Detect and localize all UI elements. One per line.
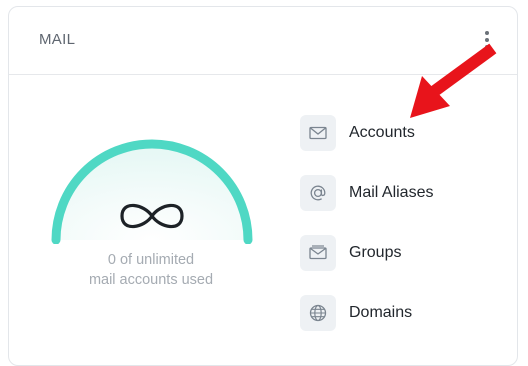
menu-item-label: Mail Aliases (349, 184, 434, 201)
gauge-fill (56, 144, 248, 240)
usage-count-text: 0 of unlimited (107, 252, 195, 268)
annotation-arrow-icon (410, 43, 497, 118)
menu-item-domains[interactable]: Domains (300, 295, 500, 333)
menu-item-mail-aliases[interactable]: Mail Aliases (300, 175, 500, 213)
mail-icon (300, 115, 336, 151)
globe-icon (300, 295, 336, 331)
menu-item-label: Domains (349, 304, 413, 321)
card-title: MAIL (39, 31, 76, 48)
usage-gauge (51, 139, 253, 244)
menu-item-label: Accounts (349, 124, 415, 141)
menu-item-label: Groups (349, 244, 402, 261)
menu-item-groups[interactable]: Groups (300, 235, 500, 273)
usage-description-text: mail accounts used (88, 272, 214, 288)
at-sign-icon (300, 175, 336, 211)
usage-caption: 0 of unlimited mail accounts used (46, 250, 256, 290)
mail-stack-icon (300, 235, 336, 271)
